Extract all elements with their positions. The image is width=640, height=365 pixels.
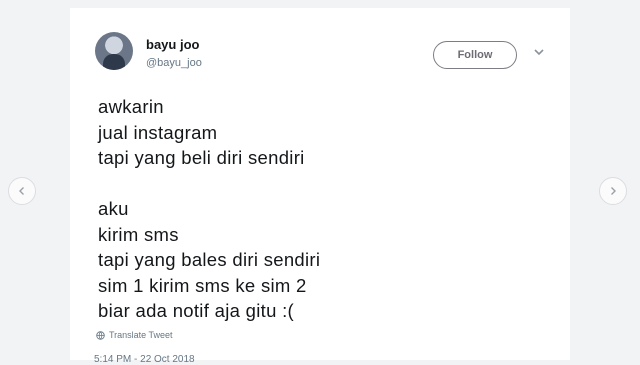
- avatar[interactable]: [95, 32, 133, 70]
- chevron-left-icon: [19, 187, 24, 195]
- tweet-line: tapi yang beli diri sendiri: [98, 147, 305, 168]
- tweet-line: jual instagram: [98, 121, 218, 143]
- tweet-line: awkarin: [98, 96, 164, 117]
- translate-label[interactable]: Translate Tweet: [109, 330, 173, 340]
- user-handle[interactable]: @bayu_joo: [146, 57, 202, 69]
- tweet-line: [98, 171, 538, 197]
- tweet-text: awkarin jual instagram tapi yang beli di…: [98, 94, 538, 324]
- globe-icon: [96, 330, 105, 340]
- follow-button[interactable]: Follow: [433, 41, 517, 69]
- tweet-line: biar ada notif aja gitu :(: [98, 300, 294, 321]
- tweet-line: kirim sms: [98, 223, 179, 245]
- translate-link[interactable]: Translate Tweet: [96, 330, 173, 340]
- tweet-card: bayu joo @bayu_joo Follow awkarin jual i…: [70, 8, 570, 365]
- tweet-line: aku: [98, 198, 129, 219]
- chevron-right-icon: [611, 187, 616, 195]
- chevron-down-icon[interactable]: [533, 46, 545, 58]
- prev-button[interactable]: [8, 177, 36, 205]
- tweet-line: tapi yang bales diri sendiri: [98, 249, 321, 270]
- user-name[interactable]: bayu joo: [146, 37, 199, 52]
- next-button[interactable]: [599, 177, 627, 205]
- tweet-line: sim 1 kirim sms ke sim 2: [98, 274, 307, 296]
